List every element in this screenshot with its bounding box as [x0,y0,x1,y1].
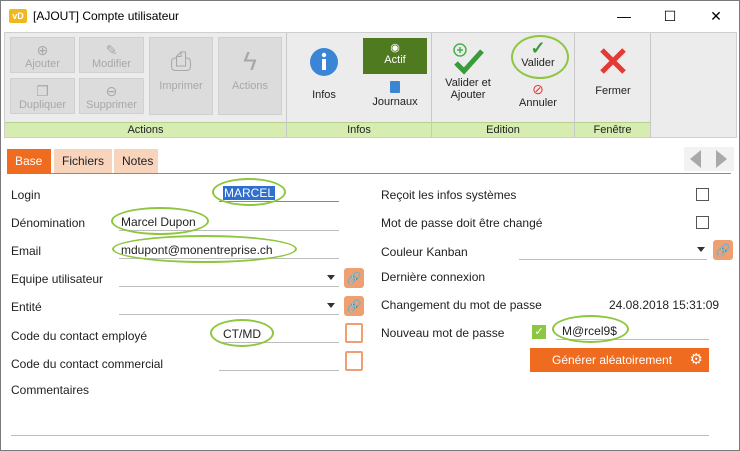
modifier-button[interactable]: ✎ Modifier [79,37,144,73]
changement-mdp-value: 24.08.2018 15:31:09 [609,298,720,312]
supprimer-button[interactable]: ⊖ Supprimer [79,78,144,114]
highlight-ellipse [511,35,569,79]
generer-aleatoirement-button[interactable]: Générer aléatoirement ⚙ [530,348,709,372]
highlight-ellipse [552,315,629,343]
infos-systemes-label: Reçoit les infos systèmes [381,188,517,202]
entite-select[interactable] [121,299,335,313]
ribbon-group-actions: ⊕ Ajouter ✎ Modifier ❐ Dupliquer ⊖ Suppr… [5,33,287,137]
minimize-button[interactable]: — [601,1,647,31]
commentaires-area[interactable] [11,435,709,436]
mdp-change-label: Mot de passe doit être changé [381,216,543,230]
login-label: Login [11,188,41,202]
ribbon-group-label: Infos [287,122,431,137]
tab-divider [7,173,731,174]
highlight-ellipse [212,178,286,206]
couleur-label: Couleur Kanban [381,245,468,259]
link-icon[interactable]: 🔗 [344,296,364,316]
close-x-icon [600,48,626,74]
highlight-ellipse [112,235,297,263]
highlight-ellipse [111,207,209,235]
ribbon-group-label: Edition [432,122,574,137]
valider-et-ajouter-button[interactable]: Valider et Ajouter [438,41,498,117]
notepad-icon[interactable] [345,323,363,343]
info-icon [310,48,338,76]
entite-underline [119,314,339,315]
app-logo-icon: vD [9,9,27,23]
infos-button[interactable]: Infos [301,47,347,107]
maximize-button[interactable]: ☐ [647,1,693,31]
link-icon[interactable]: 🔗 [344,268,364,288]
nouveau-mdp-checkbox[interactable]: ✓ [532,325,546,339]
user-account-window: vD [AJOUT] Compte utilisateur — ☐ ✕ ⊕ Aj… [0,0,740,451]
entite-label: Entité [11,300,42,314]
code-commercial-label: Code du contact commercial [11,357,164,371]
previous-arrow-icon[interactable] [690,150,701,168]
imprimer-button[interactable]: ⎙ Imprimer [149,37,213,115]
nouveau-mdp-label: Nouveau mot de passe [381,326,505,340]
gear-icon: ⚙ [689,351,703,368]
tab-base[interactable]: Base [7,149,51,173]
ribbon-toolbar: ⊕ Ajouter ✎ Modifier ❐ Dupliquer ⊖ Suppr… [4,32,737,138]
highlight-ellipse [210,319,274,347]
ajouter-button[interactable]: ⊕ Ajouter [10,37,75,73]
equipe-select[interactable] [121,271,335,285]
minus-circle-icon: ⊖ [105,83,118,99]
ribbon-group-fenetre: Fermer Fenêtre [575,33,651,137]
check-plus-icon [453,43,484,75]
infos-systemes-checkbox[interactable] [696,188,709,201]
link-icon[interactable]: 🔗 [713,240,733,260]
code-commercial-underline [219,370,339,371]
chevron-down-icon[interactable] [327,275,335,280]
notepad-icon[interactable] [345,351,363,371]
annuler-button[interactable]: ⊘ Annuler [510,81,566,115]
mdp-change-checkbox[interactable] [696,216,709,229]
next-arrow-icon[interactable] [716,150,727,168]
record-navigation [684,147,734,171]
plus-circle-icon: ⊕ [36,42,49,58]
copy-icon: ❐ [36,83,49,99]
window-title: [AJOUT] Compte utilisateur [33,9,180,23]
couleur-select[interactable] [521,243,697,257]
couleur-underline [519,259,707,260]
actions-menu-button[interactable]: ϟ Actions [218,37,282,115]
dupliquer-button[interactable]: ❐ Dupliquer [10,78,75,114]
journaux-button[interactable]: Journaux [363,81,427,115]
fermer-button[interactable]: Fermer [581,45,645,105]
stop-circle-icon: ⊘ [532,81,544,97]
tab-fichiers[interactable]: Fichiers [54,149,112,173]
book-icon [390,81,400,93]
tab-notes[interactable]: Notes [114,149,158,173]
ribbon-group-infos: Infos ◉ Actif Journaux Infos [287,33,432,137]
lightning-icon: ϟ [243,46,257,76]
commentaires-label: Commentaires [11,383,90,397]
radio-dot-icon: ◉ [390,42,400,54]
derniere-connexion-label: Dernière connexion [381,270,486,284]
code-employe-label: Code du contact employé [11,329,148,343]
actif-toggle-button[interactable]: ◉ Actif [363,38,427,74]
pencil-icon: ✎ [105,42,118,58]
close-window-button[interactable]: ✕ [693,1,739,31]
email-label: Email [11,244,42,258]
printer-icon: ⎙ [170,46,192,76]
ribbon-group-label: Fenêtre [575,122,650,137]
equipe-label: Equipe utilisateur [11,272,104,286]
chevron-down-icon[interactable] [697,247,705,252]
equipe-underline [119,286,339,287]
ribbon-group-label: Actions [5,122,286,137]
changement-mdp-label: Changement du mot de passe [381,298,542,312]
chevron-down-icon[interactable] [327,303,335,308]
denomination-label: Dénomination [11,216,86,230]
code-commercial-input[interactable] [223,355,335,369]
title-bar: vD [AJOUT] Compte utilisateur — ☐ ✕ [1,1,739,31]
